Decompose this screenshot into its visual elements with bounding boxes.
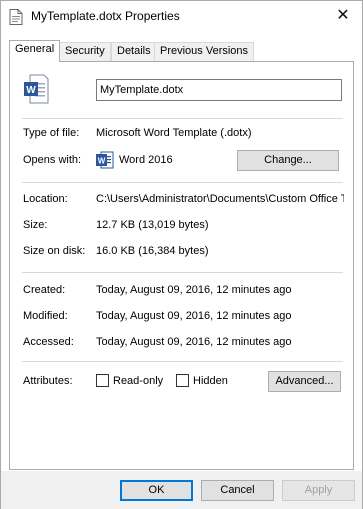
tab-previous-versions[interactable]: Previous Versions [154,42,255,61]
separator [22,182,343,183]
general-panel: W Type of file: Microsoft Word Template … [9,61,354,470]
tab-general[interactable]: General [9,40,61,62]
change-button[interactable]: Change... [237,150,339,171]
close-button[interactable]: ✕ [334,6,352,26]
accessed-label: Accessed: [23,336,74,348]
tab-details[interactable]: Details [111,42,157,61]
tab-strip: General Security Details Previous Versio… [9,40,349,62]
svg-text:W: W [98,157,106,166]
type-of-file-value: Microsoft Word Template (.dotx) [96,127,252,139]
attributes-label: Attributes: [23,375,73,387]
svg-text:W: W [26,85,36,96]
filename-field[interactable] [96,79,342,101]
word-document-icon: W [24,74,49,104]
separator [22,118,343,119]
tab-security[interactable]: Security [59,42,111,61]
readonly-label[interactable]: Read-only [113,375,163,387]
document-icon [9,9,23,25]
modified-value: Today, August 09, 2016, 12 minutes ago [96,310,292,322]
separator [22,361,343,362]
ok-button[interactable]: OK [120,480,193,501]
window-title: MyTemplate.dotx Properties [31,9,180,23]
type-of-file-label: Type of file: [23,127,80,139]
properties-dialog: MyTemplate.dotx Properties ✕ General Sec… [0,0,363,509]
size-on-disk-value: 16.0 KB (16,384 bytes) [96,245,209,257]
apply-button[interactable]: Apply [282,480,355,501]
location-value: C:\Users\Administrator\Documents\Custom … [96,193,344,205]
separator [22,272,343,273]
advanced-button[interactable]: Advanced... [268,371,341,392]
size-value: 12.7 KB (13,019 bytes) [96,219,209,231]
created-value: Today, August 09, 2016, 12 minutes ago [96,284,292,296]
location-label: Location: [23,193,68,205]
hidden-label[interactable]: Hidden [193,375,228,387]
hidden-checkbox[interactable] [176,374,189,387]
size-on-disk-label: Size on disk: [23,245,86,257]
size-label: Size: [23,219,48,231]
readonly-checkbox[interactable] [96,374,109,387]
modified-label: Modified: [23,310,68,322]
title-bar: MyTemplate.dotx Properties ✕ [1,1,362,32]
cancel-button[interactable]: Cancel [201,480,274,501]
opens-with-label: Opens with: [23,154,82,166]
accessed-value: Today, August 09, 2016, 12 minutes ago [96,336,292,348]
opens-with-value: Word 2016 [119,154,173,166]
created-label: Created: [23,284,66,296]
word-app-icon: W [96,151,114,169]
dialog-footer: OK Cancel Apply [1,471,362,509]
